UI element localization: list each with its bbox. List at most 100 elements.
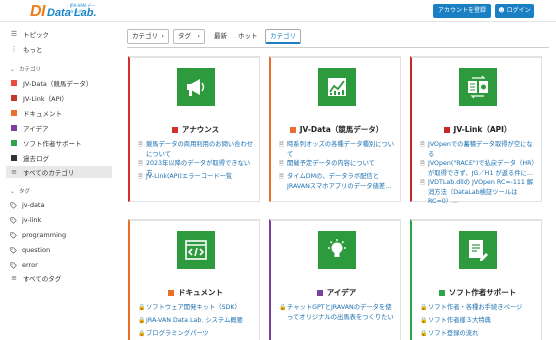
category-color-swatch <box>11 125 17 131</box>
megaphone-icon <box>177 68 215 106</box>
document-icon: 🗎 <box>138 173 143 180</box>
tag-icon <box>10 201 17 209</box>
category-color-swatch <box>11 155 17 161</box>
category-card-support[interactable]: ソフト作者サポート 🔒 ソフト作者・各種お手続きページ 🔒 ソフト作者様３大特典 🔒… <box>410 219 542 340</box>
topic-link-text: ソフト登録の流れ <box>428 330 479 337</box>
lock-icon: 🔒 <box>420 304 428 311</box>
sidebar-item-label: すべてのタグ <box>23 275 62 283</box>
chevron-down-icon: ⌄ <box>10 65 16 73</box>
topic-link[interactable]: 🗎 開催予定データの内容について <box>279 159 397 169</box>
topic-link[interactable]: 🔒 チャットGPTとJRAVANのデータを使ってオリジナルの出馬表をつくりたい <box>279 303 397 322</box>
sidebar-item-label: JV-Data（競馬データ） <box>23 80 93 88</box>
login-button[interactable]: ☻ ログイン <box>495 4 534 18</box>
topic-link[interactable]: 🔒 ソフト作者・各種お手続きページ <box>420 303 538 313</box>
topic-link[interactable]: 🔒 プログラミングパーツ <box>138 329 256 339</box>
tag-dropdown[interactable]: タグ › <box>173 29 205 44</box>
tag-section-toggle[interactable]: ⌄ タグ <box>10 187 31 196</box>
sidebar-all-tags[interactable]: ≡ すべてのタグ <box>10 272 110 284</box>
sidebar-tag-item[interactable]: question <box>10 244 110 256</box>
sidebar-item-label: error <box>22 261 38 269</box>
topic-link-text: プログラミングパーツ <box>146 330 209 337</box>
topic-link-text: ソフト作者様３大特典 <box>428 317 491 324</box>
sidebar-item-topics[interactable]: ☰ トピック <box>10 28 110 40</box>
category-card-ideas[interactable]: アイデア 🔒 チャットGPTとJRAVANのデータを使ってオリジナルの出馬表をつく… <box>269 219 401 340</box>
card-title: ドキュメント <box>130 287 260 298</box>
card-title: アナウンス <box>130 124 260 135</box>
document-icon: 🗎 <box>138 141 143 148</box>
topic-link[interactable]: 🔒 JRA-VAN Data Lab. システム概要 <box>138 316 256 326</box>
tab-latest[interactable]: 最新 <box>214 29 227 44</box>
register-button[interactable]: アカウントを登録 <box>433 4 491 18</box>
category-color-swatch <box>171 126 178 133</box>
topic-link-text: 時系列オッズの各種データ種別について <box>287 141 395 158</box>
category-dropdown[interactable]: カテゴリ › <box>127 29 169 44</box>
sidebar-item-label: トピック <box>23 31 49 39</box>
lock-icon: 🔒 <box>138 330 146 337</box>
sidebar-item-more[interactable]: ⋮ もっと <box>10 43 110 55</box>
sidebar-item-label: もっと <box>23 46 43 54</box>
category-card-documents[interactable]: ドキュメント 🔒 ソフトウェア開発キット（SDK） 🔒 JRA-VAN Data L… <box>128 219 260 340</box>
sidebar-tag-item[interactable]: programming <box>10 229 110 241</box>
category-section-toggle[interactable]: ⌄ カテゴリ <box>10 65 41 74</box>
sidebar-category-archive[interactable]: 過去ログ <box>10 152 110 164</box>
all-tags-icon: ≡ <box>11 274 17 282</box>
topic-link[interactable]: 🗎 競馬データの商用利用のお問い合わせについて <box>138 140 256 159</box>
topic-link[interactable]: 🔒 ソフトウェア開発キット（SDK） <box>138 303 256 313</box>
category-card-announce[interactable]: アナウンス 🗎 競馬データの商用利用のお問い合わせについて 🗎 2023年以降のデー… <box>128 56 260 202</box>
sidebar-category-documents[interactable]: ドキュメント <box>10 107 110 119</box>
topic-link-text: JVDTLab.dllの JVOpen RC=-111 解消方法（DataLab… <box>428 179 534 205</box>
sidebar-category-ideas[interactable]: アイデア <box>10 122 110 134</box>
card-title-text: JV-Link（API） <box>453 125 512 134</box>
category-color-swatch <box>316 289 323 296</box>
topic-link[interactable]: 🗎 JVOpen("RACE")で払戻データ（HR）が取得できず、JG／H1 が返… <box>420 159 538 178</box>
topic-link-text: JVOpen("RACE")で払戻データ（HR）が取得できず、JG／H1 が返る… <box>428 160 538 177</box>
topic-link-text: JVOpenでの蓄積データ取得が空になる <box>428 141 533 158</box>
topic-link[interactable]: 🗎 時系列オッズの各種データ種別について <box>279 140 397 159</box>
topic-link[interactable]: 🔒 ソフト登録の流れ <box>420 329 538 339</box>
document-icon: 🗎 <box>420 141 425 148</box>
category-card-jv-link[interactable]: JV-Link（API） 🗎 JVOpenでの蓄積データ取得が空になる 🗎 JVOp… <box>410 56 542 205</box>
topic-link[interactable]: 🔒 ソフト作者様３大特典 <box>420 316 538 326</box>
site-logo[interactable]: DI Data Lab. JRA-VAN データラボ <box>30 3 97 20</box>
sidebar-category-support[interactable]: ソフト作者サポート <box>10 137 110 149</box>
sidebar-all-categories[interactable]: ≡ すべてのカテゴリ <box>6 166 112 178</box>
tab-hot[interactable]: ホット <box>238 29 258 44</box>
tags-heading: タグ <box>19 189 31 195</box>
category-color-swatch <box>11 80 17 86</box>
card-title-text: ドキュメント <box>178 288 223 297</box>
tab-categories[interactable]: カテゴリ <box>265 29 301 44</box>
category-color-swatch <box>168 289 174 296</box>
lightbulb-icon <box>318 231 356 269</box>
card-title-text: アイデア <box>326 288 357 297</box>
card-title-text: JV-Data（競馬データ） <box>299 125 384 134</box>
sidebar-tag-item[interactable]: error <box>10 259 110 271</box>
card-title-text: アナウンス <box>181 125 220 134</box>
all-categories-icon: ≡ <box>11 168 17 176</box>
login-button-label: ログイン <box>506 7 531 14</box>
category-color-swatch <box>438 289 445 296</box>
card-title-text: ソフト作者サポート <box>448 288 517 297</box>
sidebar-tag-item[interactable]: jv-link <box>10 214 110 226</box>
topic-link[interactable]: 🗎 タイムDMの、データラボ配信とJRAVANスマホアプリのデータ値差… <box>279 172 397 191</box>
sidebar-item-label: ソフト作者サポート <box>23 140 82 148</box>
topic-link[interactable]: 🗎 JVDTLab.dllの JVOpen RC=-111 解消方法（DataLa… <box>420 178 538 207</box>
code-icon <box>177 231 215 269</box>
category-dropdown-label: カテゴリ <box>132 32 158 40</box>
sidebar-tag-item[interactable]: jv-data <box>10 199 110 211</box>
category-card-jv-data[interactable]: JV-Data（競馬データ） 🗎 時系列オッズの各種データ種別について 🗎 開催予定… <box>269 56 401 202</box>
lock-icon: 🔒 <box>420 317 428 324</box>
category-color-swatch <box>289 126 296 133</box>
sidebar-item-label: アイデア <box>23 125 49 133</box>
sidebar-category-jv-link[interactable]: JV-Link（API） <box>10 92 110 104</box>
sidebar-item-label: question <box>22 246 51 254</box>
tag-dropdown-label: タグ <box>178 32 191 40</box>
logo-mark: DI <box>30 3 46 20</box>
card-title: ソフト作者サポート <box>412 287 542 298</box>
lock-icon: 🔒 <box>420 330 428 337</box>
topic-link[interactable]: 🗎 JV-Link(API)エラーコード一覧 <box>138 172 256 182</box>
sidebar: ☰ トピック ⋮ もっと ⌄ カテゴリ JV-Data（競馬データ） JV-Li… <box>0 22 116 340</box>
sidebar-category-jv-data[interactable]: JV-Data（競馬データ） <box>10 77 110 89</box>
topic-link-text: JRA-VAN Data Lab. システム概要 <box>146 317 243 324</box>
topic-link[interactable]: 🗎 JVOpenでの蓄積データ取得が空になる <box>420 140 538 159</box>
topic-link-text: 開催予定データの内容について <box>287 160 375 167</box>
